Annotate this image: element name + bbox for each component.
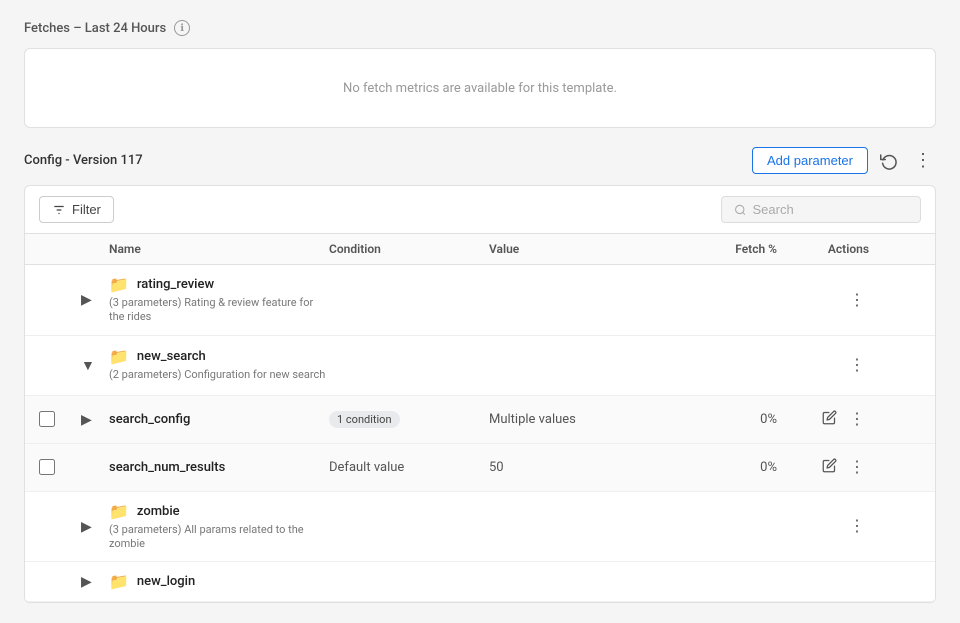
row-fetch-pct: 0% [689,412,789,427]
row-actions: ⋮ [789,286,869,314]
expand-button[interactable]: ▶ [79,516,94,537]
row-name-col: 📁 zombie (3 parameters) All params relat… [109,492,329,562]
row-actions: ⋮ [789,351,869,379]
row-expand-cell: ▶ [79,289,109,310]
table-row: ▶ 📁 rating_review (3 parameters) Rating … [25,265,935,336]
folder-icon: 📁 [109,347,129,366]
expand-button[interactable]: ▶ [79,571,94,592]
fetches-section-header: Fetches – Last 24 Hours ℹ [24,20,936,36]
row-actions: ⋮ [789,512,869,540]
row-actions: ⋮ [789,405,869,433]
row-expand-cell: ▼ [79,355,109,375]
add-parameter-button[interactable]: Add parameter [752,147,868,174]
main-container: Fetches – Last 24 Hours ℹ No fetch metri… [0,0,960,623]
param-name: zombie [137,504,180,519]
table-row: search_num_results Default value 50 0% ⋮ [25,444,935,492]
row-expand-cell: ▶ [79,571,109,592]
fetches-title: Fetches – Last 24 Hours [24,21,166,36]
expand-button[interactable]: ▶ [79,409,94,430]
row-value: 50 [489,460,689,475]
table-toolbar: Filter [25,186,935,234]
expand-button[interactable]: ▶ [79,289,94,310]
row-actions: ⋮ [789,453,869,481]
condition-badge: 1 condition [329,411,400,428]
param-name: search_config [109,412,329,427]
edit-icon [822,410,837,425]
config-actions: Add parameter ⋮ [752,146,936,175]
edit-button[interactable] [818,406,841,433]
row-checkbox[interactable] [39,459,55,475]
expand-button[interactable]: ▼ [79,355,97,375]
search-box [721,196,921,223]
row-name-col: 📁 rating_review (3 parameters) Rating & … [109,265,329,335]
params-table: Filter Name Condition Value Fetch % Acti… [24,185,936,603]
condition-value: Default value [329,460,404,475]
table-row: ▶ 📁 new_login [25,562,935,602]
row-condition: Default value [329,460,489,475]
edit-button[interactable] [818,454,841,481]
table-row: ▼ 📁 new_search (2 parameters) Configurat… [25,336,935,396]
row-more-button[interactable]: ⋮ [845,351,869,379]
fetches-info-icon[interactable]: ℹ [174,20,190,36]
config-more-icon: ⋮ [914,150,932,171]
header-name: Name [109,242,329,256]
row-more-button[interactable]: ⋮ [845,286,869,314]
folder-icon: 📁 [109,275,129,294]
row-checkbox-cell[interactable] [39,459,79,475]
search-input[interactable] [753,202,908,217]
config-header: Config - Version 117 Add parameter ⋮ [24,146,936,175]
param-name: rating_review [137,277,214,292]
row-condition: 1 condition [329,412,489,427]
row-name-col: 📁 new_login [109,562,329,601]
row-more-button[interactable]: ⋮ [845,453,869,481]
config-more-button[interactable]: ⋮ [910,146,936,175]
row-checkbox-cell[interactable] [39,411,79,427]
filter-icon [52,203,66,217]
header-actions: Actions [789,242,869,256]
row-fetch-pct: 0% [689,460,789,475]
param-desc: (3 parameters) All params related to the… [109,523,329,552]
header-fetch-pct: Fetch % [689,242,789,256]
row-name-col: 📁 new_search (2 parameters) Configuratio… [109,337,329,392]
fetch-panel: No fetch metrics are available for this … [24,48,936,128]
param-desc: (3 parameters) Rating & review feature f… [109,296,329,325]
row-name-col: search_num_results [109,450,329,485]
header-value: Value [489,242,689,256]
param-desc: (2 parameters) Configuration for new sea… [109,368,329,382]
param-name: new_search [137,349,206,364]
row-value: Multiple values [489,412,689,427]
row-expand-cell: ▶ [79,516,109,537]
header-condition: Condition [329,242,489,256]
history-icon [880,152,898,170]
table-row: ▶ search_config 1 condition Multiple val… [25,396,935,444]
history-button[interactable] [876,148,902,174]
row-more-button[interactable]: ⋮ [845,405,869,433]
search-icon [734,203,747,217]
filter-label: Filter [72,202,101,217]
folder-icon: 📁 [109,502,129,521]
fetch-empty-message: No fetch metrics are available for this … [343,81,617,96]
param-name: search_num_results [109,460,329,475]
param-name: new_login [137,574,195,589]
row-checkbox[interactable] [39,411,55,427]
filter-button[interactable]: Filter [39,196,114,223]
edit-icon [822,458,837,473]
table-row: ▶ 📁 zombie (3 parameters) All params rel… [25,492,935,563]
table-header: Name Condition Value Fetch % Actions [25,234,935,265]
row-name-col: search_config [109,402,329,437]
row-more-button[interactable]: ⋮ [845,512,869,540]
row-expand-cell: ▶ [79,409,109,430]
config-title: Config - Version 117 [24,153,143,168]
folder-icon: 📁 [109,572,129,591]
